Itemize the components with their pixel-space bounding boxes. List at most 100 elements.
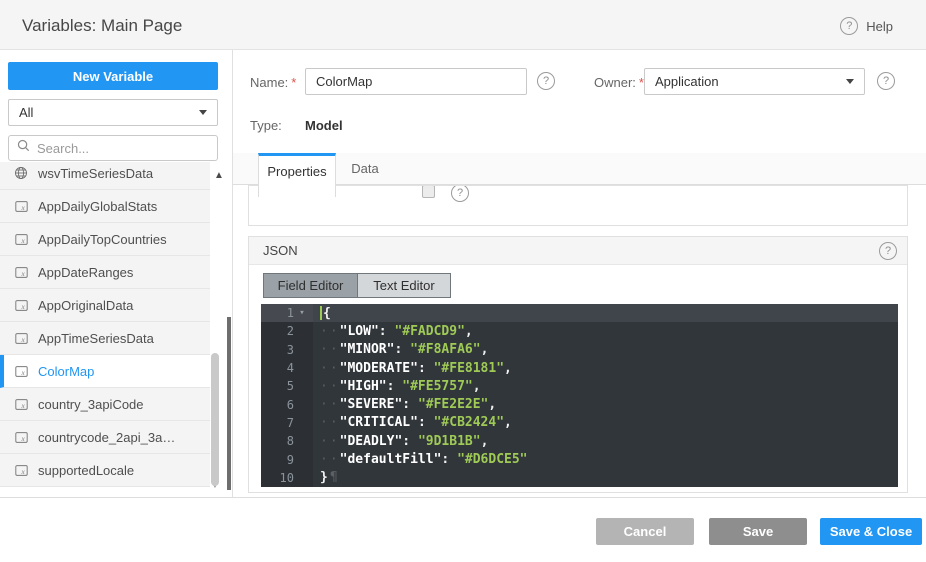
scroll-up-arrow[interactable]: ▲ (214, 170, 224, 181)
help-icon: ? (840, 17, 858, 35)
tab-properties[interactable]: Properties (258, 153, 336, 197)
code-text: ··"MODERATE": "#FE8181", (313, 361, 512, 376)
line-number: 1▾ (261, 304, 313, 322)
code-line: 5▾··"HIGH": "#FE5757", (261, 377, 898, 395)
save-and-close-button[interactable]: Save & Close (820, 518, 922, 545)
variables-dialog: Variables: Main Page ? Help New Variable… (0, 0, 926, 562)
chevron-down-icon (846, 79, 854, 84)
list-item[interactable]: x ColorMap (0, 355, 210, 388)
code-text: ··"SEVERE": "#FE2E2E", (313, 397, 496, 412)
tab-data[interactable]: Data (337, 153, 393, 184)
variable-icon: x (14, 265, 28, 279)
globe-icon (14, 166, 28, 180)
variables-sidebar: New Variable All wsvTimeSeriesData x AppDa… (0, 50, 233, 497)
tab-strip: Properties Data (233, 153, 926, 185)
code-text: }¶ (313, 470, 338, 485)
variable-search[interactable] (8, 135, 218, 161)
code-line: 9▾··"defaultFill": "#D6DCE5" (261, 450, 898, 468)
help-label: Help (866, 19, 893, 34)
name-help-icon[interactable]: ? (537, 72, 555, 90)
list-item[interactable]: wsvTimeSeriesData (0, 162, 210, 190)
svg-text:x: x (20, 335, 25, 344)
json-section: JSON ? Field Editor Text Editor 1▾{2▾··"… (248, 236, 908, 493)
dialog-header: Variables: Main Page ? Help (0, 0, 926, 50)
variable-icon: x (14, 463, 28, 477)
code-line: 8▾··"DEADLY": "9D1B1B", (261, 432, 898, 450)
list-item[interactable]: x country_3apiCode (0, 388, 210, 421)
chevron-down-icon (199, 110, 207, 115)
list-item[interactable]: x AppDailyGlobalStats (0, 190, 210, 223)
variable-icon: x (14, 331, 28, 345)
is-list-section: Is List: ? (248, 185, 908, 226)
panel-scrollbar[interactable] (227, 317, 231, 490)
code-text: ··"LOW": "#FADCD9", (313, 324, 473, 339)
new-variable-button[interactable]: New Variable (8, 62, 218, 90)
line-number: 2▾ (261, 322, 313, 340)
line-number: 4▾ (261, 359, 313, 377)
variable-icon: x (14, 397, 28, 411)
json-code-editor[interactable]: 1▾{2▾··"LOW": "#FADCD9",3▾··"MINOR": "#F… (261, 304, 898, 487)
search-icon (17, 139, 30, 157)
svg-text:x: x (20, 203, 25, 212)
json-help-icon[interactable]: ? (879, 242, 897, 260)
is-list-help-icon[interactable]: ? (451, 185, 469, 202)
list-item[interactable]: x AppOriginalData (0, 289, 210, 322)
type-label: Type: (250, 118, 282, 133)
variable-icon: x (14, 364, 28, 378)
field-editor-button[interactable]: Field Editor (264, 274, 357, 297)
list-scrollbar-thumb[interactable] (211, 353, 219, 486)
line-number: 8▾ (261, 432, 313, 450)
name-field[interactable] (305, 68, 527, 95)
list-item[interactable]: x supportedLocale (0, 454, 210, 487)
line-number: 9▾ (261, 450, 313, 468)
variable-filter-select[interactable]: All (8, 99, 218, 126)
list-item[interactable]: x countrycode_2api_3a… (0, 421, 210, 454)
list-item-label: AppDailyGlobalStats (38, 199, 157, 214)
search-input[interactable] (37, 141, 187, 156)
svg-text:x: x (20, 467, 25, 476)
code-text: ··"defaultFill": "#D6DCE5" (313, 452, 528, 467)
is-list-checkbox[interactable] (422, 185, 435, 198)
list-item-label: country_3apiCode (38, 397, 144, 412)
name-label: Name:* (250, 75, 296, 90)
svg-text:x: x (20, 368, 25, 377)
svg-text:x: x (20, 269, 25, 278)
list-item-label: ColorMap (38, 364, 94, 379)
json-section-title: JSON (263, 243, 298, 258)
footer-divider (0, 497, 926, 498)
variable-icon: x (14, 298, 28, 312)
list-item-label: supportedLocale (38, 463, 134, 478)
list-item[interactable]: xAppTimeSeriesData (0, 322, 210, 355)
list-item[interactable]: x AppDailyTopCountries (0, 223, 210, 256)
list-item[interactable]: x AppDateRanges (0, 256, 210, 289)
code-line: 7▾··"CRITICAL": "#CB2424", (261, 414, 898, 432)
help-button[interactable]: ? Help (840, 17, 893, 35)
owner-select[interactable]: Application (644, 68, 865, 95)
code-text: ··"HIGH": "#FE5757", (313, 379, 481, 394)
code-line: 4▾··"MODERATE": "#FE8181", (261, 359, 898, 377)
line-number: 6▾ (261, 395, 313, 413)
json-section-header: JSON ? (249, 237, 907, 265)
code-line: 3▾··"MINOR": "#F8AFA6", (261, 341, 898, 359)
variable-list: wsvTimeSeriesDataxAppDailyGlobalStatsxAp… (0, 162, 210, 495)
required-asterisk: * (291, 75, 296, 90)
code-line: 2▾··"LOW": "#FADCD9", (261, 322, 898, 340)
text-editor-button[interactable]: Text Editor (357, 274, 450, 297)
line-number: 3▾ (261, 341, 313, 359)
save-button[interactable]: Save (709, 518, 807, 545)
list-item-label: AppOriginalData (38, 298, 133, 313)
variable-icon: x (14, 232, 28, 246)
svg-text:x: x (20, 434, 25, 443)
fold-caret-icon[interactable]: ▾ (297, 308, 307, 318)
owner-help-icon[interactable]: ? (877, 72, 895, 90)
variable-filter-value: All (19, 105, 33, 120)
code-text: ··"CRITICAL": "#CB2424", (313, 415, 512, 430)
list-item-label: AppDailyTopCountries (38, 232, 167, 247)
list-item-label: AppDateRanges (38, 265, 133, 280)
cancel-button[interactable]: Cancel (596, 518, 694, 545)
code-text: { (313, 306, 331, 321)
line-number: 10▾ (261, 469, 313, 487)
list-item-label: countrycode_2api_3a… (38, 430, 175, 445)
code-text: ··"MINOR": "#F8AFA6", (313, 342, 488, 357)
type-value: Model (305, 118, 343, 133)
